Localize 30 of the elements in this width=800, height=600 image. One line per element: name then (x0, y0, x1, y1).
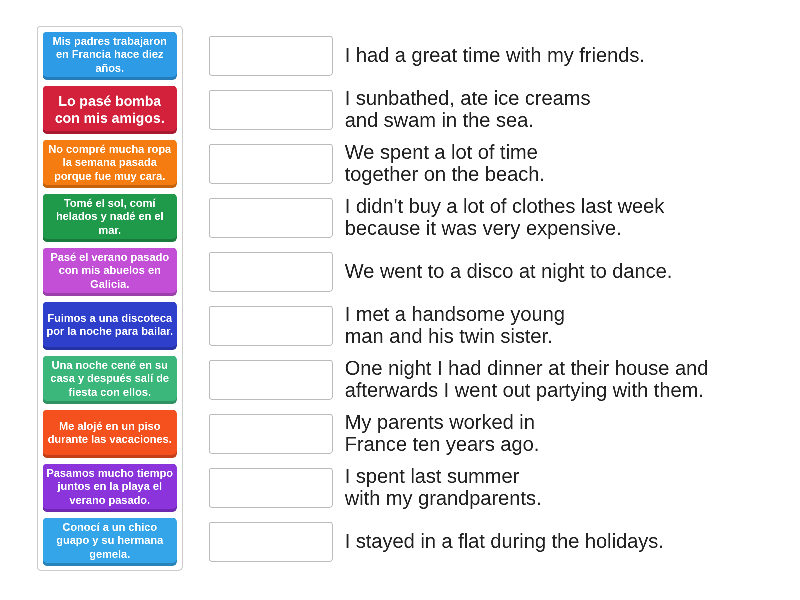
answer-card[interactable]: Fuimos a una discoteca por la noche para bailar. (43, 302, 177, 350)
prompt-text: My parents worked in France ten years ago. (345, 412, 540, 456)
drop-slot[interactable] (209, 198, 333, 238)
answer-card[interactable]: Mis padres trabajaron en Francia hace diez años. (43, 32, 177, 80)
drop-slot[interactable] (209, 468, 333, 508)
answer-card[interactable]: Pasé el verano pasado con mis abuelos en Galicia. (43, 248, 177, 296)
answer-card[interactable]: No compré mucha ropa la semana pasada porque fue muy cara. (43, 140, 177, 188)
drop-slot[interactable] (209, 252, 333, 292)
drop-slot[interactable] (209, 360, 333, 400)
prompt-text: We spent a lot of time together on the beach. (345, 142, 546, 186)
prompt-text: I spent last summer with my grandparents. (345, 466, 542, 510)
drop-slot[interactable] (209, 306, 333, 346)
drop-slot[interactable] (209, 144, 333, 184)
drop-slot[interactable] (209, 522, 333, 562)
answer-card[interactable]: Una noche cené en su casa y después salí de fiesta con ellos. (43, 356, 177, 404)
drop-slot[interactable] (209, 36, 333, 76)
prompt-text: I met a handsome young man and his twin sister. (345, 304, 566, 348)
prompt-text: I had a great time with my friends. (345, 45, 646, 67)
answer-card[interactable]: Tomé el sol, comí helados y nadé en el mar. (43, 194, 177, 242)
drop-slot[interactable] (209, 414, 333, 454)
drop-slot[interactable] (209, 90, 333, 130)
answer-card[interactable]: Pasamos mucho tiempo juntos en la playa el verano pasado. (43, 464, 177, 512)
prompt-text: One night I had dinner at their house and afterwards I went out partying with them. (345, 358, 709, 402)
prompt-text: We went to a disco at night to dance. (345, 261, 673, 283)
prompt-text: I sunbathed, ate ice creams and swam in the sea. (345, 88, 591, 132)
answer-card[interactable]: Conocí a un chico guapo y su hermana gemela. (43, 518, 177, 566)
answer-card[interactable]: Me alojé en un piso durante las vacaciones. (43, 410, 177, 458)
prompt-text: I didn't buy a lot of clothes last week because it was very expensive. (345, 196, 665, 240)
prompt-text: I stayed in a flat during the holidays. (345, 531, 664, 553)
answer-card[interactable]: Lo pasé bomba con mis amigos. (43, 86, 177, 134)
